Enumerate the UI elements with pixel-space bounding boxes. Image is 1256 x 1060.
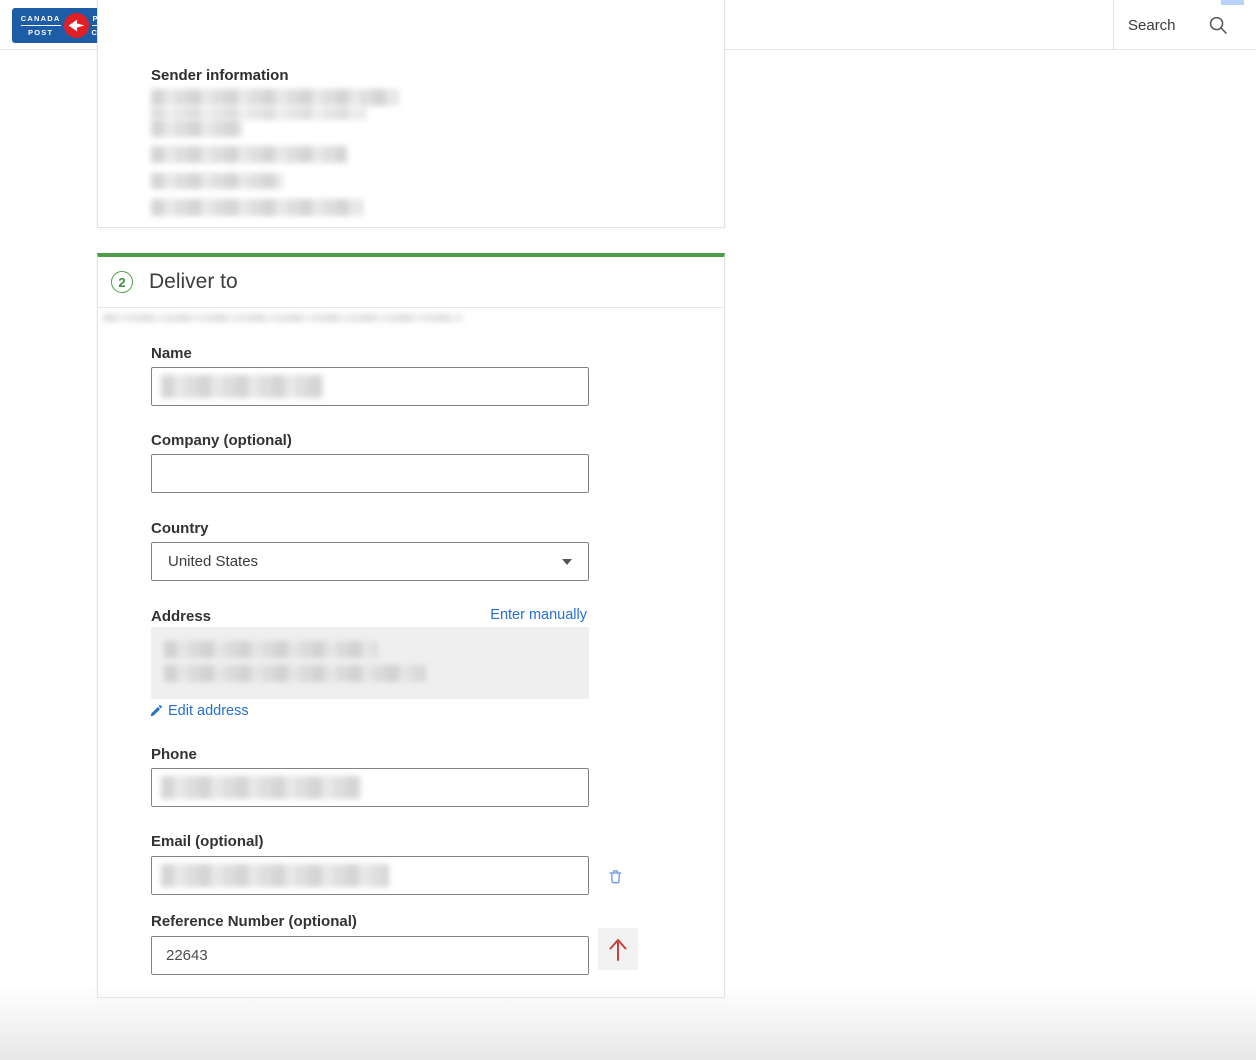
redacted-address-line — [164, 665, 426, 682]
scroll-to-top-button[interactable] — [598, 928, 638, 970]
search-area: Search — [1128, 0, 1229, 50]
country-select[interactable]: United States — [151, 542, 589, 581]
deliver-to-card: 2 Deliver to Name Company (optional) Cou… — [97, 253, 725, 998]
step-number-badge: 2 — [111, 271, 133, 293]
company-label: Company (optional) — [151, 432, 292, 449]
phone-label: Phone — [151, 746, 197, 763]
sender-information-title: Sender information — [151, 67, 289, 84]
country-selected-value: United States — [168, 553, 562, 570]
name-label: Name — [151, 345, 192, 362]
logo-left-text: CANADA POST — [21, 14, 61, 37]
edit-address-link[interactable]: Edit address — [149, 703, 249, 719]
edit-address-label: Edit address — [168, 703, 249, 719]
up-arrow-icon — [606, 935, 630, 963]
redacted-text — [103, 314, 463, 322]
logo-text: CANADA — [21, 14, 61, 23]
sender-information-card: Sender information — [97, 0, 725, 228]
browser-artifact — [1221, 0, 1244, 5]
deliver-to-header: 2 Deliver to — [98, 257, 724, 308]
redacted-text — [151, 199, 363, 216]
pencil-icon — [149, 704, 163, 718]
chevron-down-icon — [562, 559, 572, 565]
address-display-box — [151, 627, 589, 699]
redacted-text — [151, 89, 399, 106]
redacted-text — [151, 173, 283, 189]
redacted-address-line — [164, 641, 378, 658]
search-icon[interactable] — [1208, 15, 1229, 36]
deliver-to-title: Deliver to — [149, 270, 238, 294]
redacted-name-value — [161, 375, 323, 398]
trash-icon — [607, 868, 624, 885]
reference-number-label: Reference Number (optional) — [151, 913, 357, 930]
delete-email-button[interactable] — [604, 865, 626, 887]
redacted-phone-value — [161, 776, 361, 799]
redacted-text — [151, 146, 347, 163]
nav-vertical-divider — [1113, 0, 1114, 50]
company-input[interactable] — [151, 454, 589, 493]
redacted-text — [151, 120, 243, 137]
country-label: Country — [151, 520, 209, 537]
redacted-email-value — [161, 864, 389, 887]
canada-post-wing-icon — [64, 13, 89, 38]
search-label[interactable]: Search — [1128, 17, 1176, 34]
reference-number-input[interactable] — [151, 936, 589, 975]
logo-text: POST — [28, 28, 53, 37]
address-label: Address — [151, 608, 211, 625]
email-label: Email (optional) — [151, 833, 264, 850]
page: CANADA POST POSTES CANADA Personal Busin… — [0, 0, 1256, 1060]
logo-divider — [21, 25, 61, 26]
redacted-text — [151, 107, 366, 120]
enter-manually-link[interactable]: Enter manually — [490, 607, 587, 623]
